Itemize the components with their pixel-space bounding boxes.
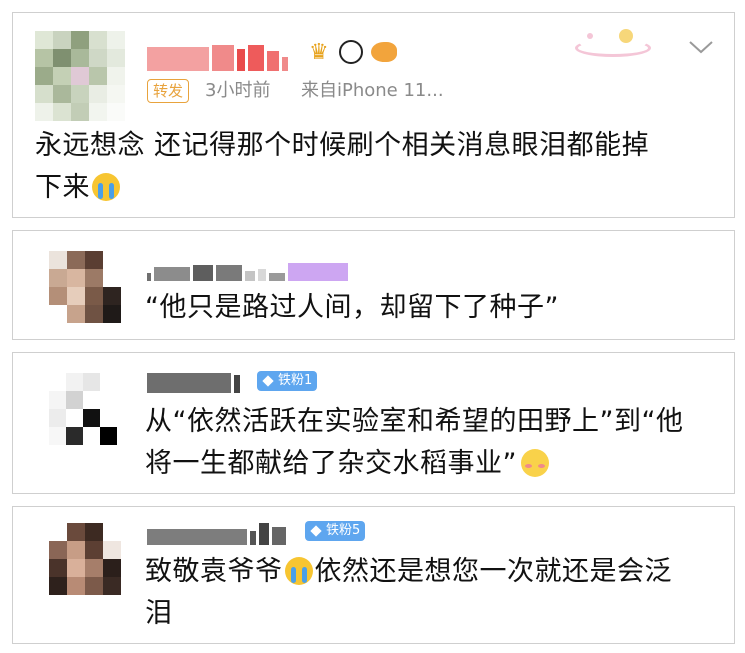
comment-text: 致敬袁爷爷 依然还是想您一次就还是会泛 泪 [145,551,725,635]
diamond-icon [262,375,274,387]
username-blurred[interactable] [147,521,286,545]
post-text-line2: 下来 [35,172,90,203]
username-blurred[interactable] [147,371,240,393]
comment-card: 铁粉5 致敬袁爷爷 依然还是想您一次就还是会泛 泪 [12,506,735,644]
username-blurred[interactable] [147,43,288,71]
fan-badge[interactable]: 铁粉5 [305,521,366,541]
comment-card: 铁粉1 从“依然活跃在实验室和希望的田野上”到“他 将一生都献给了杂交水稻事业” [12,352,735,494]
comment-text-pre: 致敬袁爷爷 [145,556,283,587]
comment-card: “他只是路过人间，却留下了种子” [12,230,735,340]
fan-badge[interactable]: 铁粉1 [257,371,318,391]
avatar[interactable] [49,373,117,445]
avatar[interactable] [49,251,121,323]
panda-icon [339,40,363,64]
chevron-down-icon[interactable] [688,39,714,55]
fan-badge-label: 铁粉1 [278,373,313,388]
fan-badge-label: 铁粉5 [326,523,361,538]
post-source[interactable]: 来自iPhone 11... [301,79,444,103]
crying-face-icon [284,557,313,585]
decorative-pendant [569,27,651,63]
username-blurred[interactable] [147,259,348,281]
fish-icon [371,42,397,62]
diamond-icon [310,525,322,537]
crown-icon: ♛ [309,40,329,65]
comment-text-post: 依然还是想您一次就还是会泛 [314,556,672,587]
comment-text: 从“依然活跃在实验室和希望的田野上”到“他 将一生都献给了杂交水稻事业” [145,401,725,485]
comment-text: “他只是路过人间，却留下了种子” [145,292,559,323]
repost-card: ♛ 转发 3小时前 来自iPhone 11... 永远想念 还记得那个时候刷个相… [12,12,735,218]
repost-tag: 转发 [147,79,190,103]
comment-text-line1: 从“依然活跃在实验室和希望的田野上”到“他 [145,406,684,437]
comment-text-line2: 将一生都献给了杂交水稻事业” [145,448,517,479]
post-text-line1: 永远想念 还记得那个时候刷个相关消息眼泪都能掉 [35,130,650,161]
avatar[interactable] [49,523,121,595]
crying-face-icon [92,173,120,201]
avatar[interactable] [35,31,125,121]
post-time: 3小时前 [205,80,271,101]
comment-text-line2: 泪 [145,598,173,629]
flushed-face-icon [521,449,549,477]
post-text: 永远想念 还记得那个时候刷个相关消息眼泪都能掉 下来 [35,125,725,209]
